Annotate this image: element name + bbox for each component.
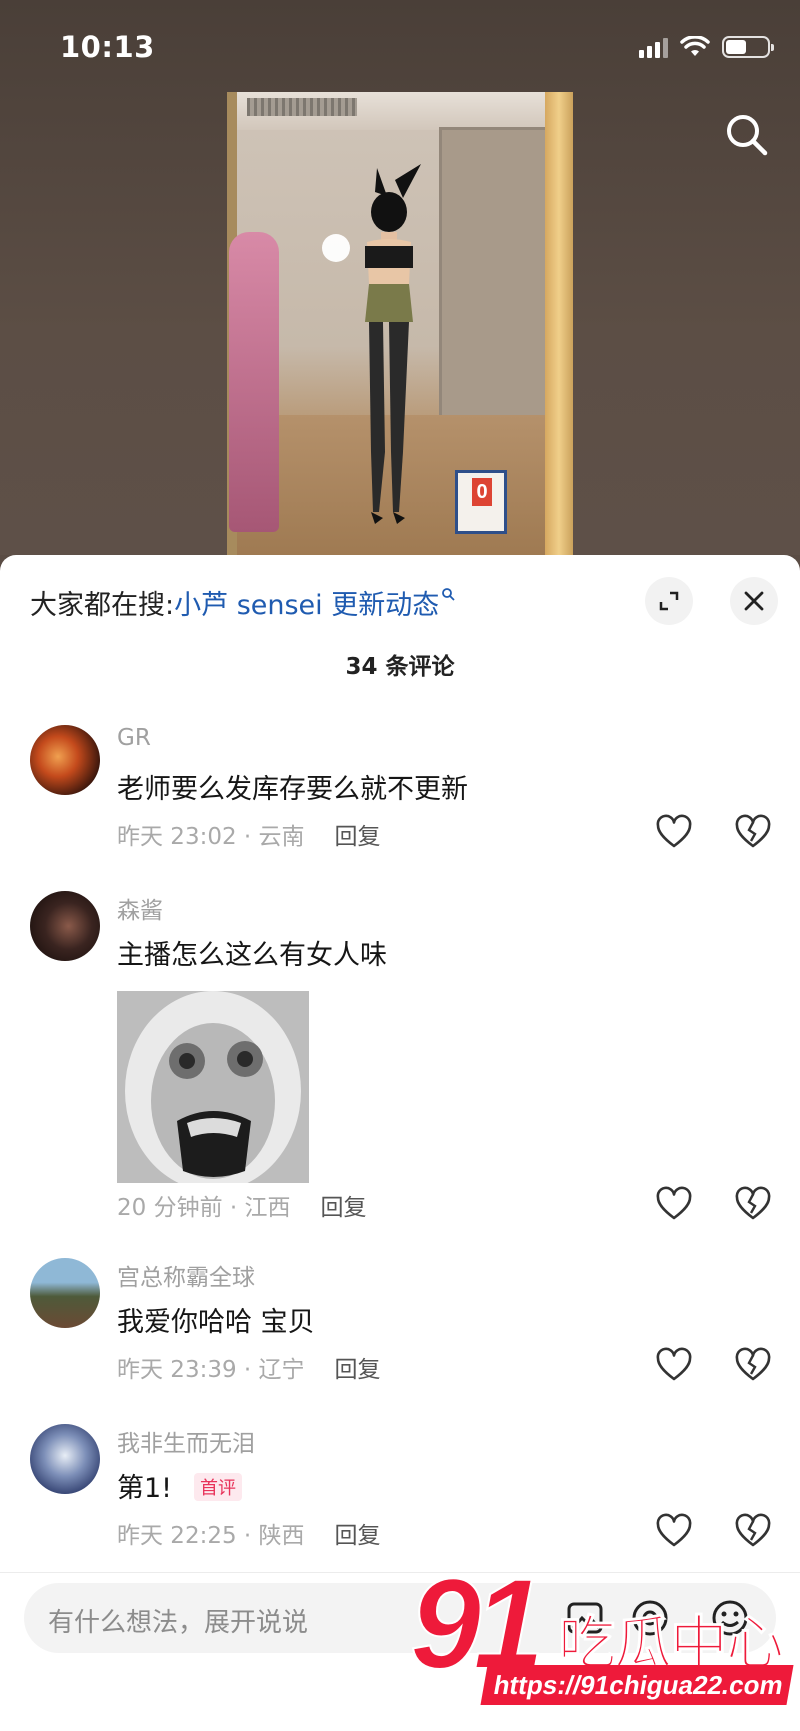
comment-text: 主播怎么这么有女人味 xyxy=(117,940,387,971)
heart-icon[interactable] xyxy=(654,1512,694,1552)
comment-username[interactable]: 森酱 xyxy=(117,891,163,925)
comment-text: 第1! 首评 xyxy=(117,1466,243,1505)
avatar[interactable] xyxy=(30,725,100,795)
comment-meta: 昨天 22:25 · 陕西 回复 xyxy=(117,1516,381,1550)
comment-item: GR 老师要么发库存要么就不更新 昨天 23:02 · 云南 回复 xyxy=(0,725,800,875)
comment-text: 我爱你哈哈 宝贝 xyxy=(117,1307,315,1338)
broken-heart-icon[interactable] xyxy=(733,1185,773,1225)
comment-username[interactable]: 宫总称霸全球 xyxy=(117,1258,255,1292)
comment-meta: 昨天 23:02 · 云南 回复 xyxy=(117,817,381,851)
reply-button[interactable]: 回复 xyxy=(335,824,381,850)
comment-time-location: 昨天 23:02 · 云南 xyxy=(117,824,305,850)
comment-text: 老师要么发库存要么就不更新 xyxy=(117,774,468,805)
broken-heart-icon[interactable] xyxy=(733,1346,773,1386)
comment-text-content: 第1! xyxy=(117,1473,173,1504)
comment-count: 34 条评论 xyxy=(345,654,455,680)
product-box: 0 xyxy=(455,470,507,534)
heart-icon[interactable] xyxy=(654,1185,694,1225)
reply-button[interactable]: 回复 xyxy=(335,1357,381,1383)
door xyxy=(439,127,549,457)
comments-sheet: 大家都在搜:小芦 sensei 更新动态 34 条评论 GR 老师要么发库存要么… xyxy=(0,555,800,1731)
avatar[interactable] xyxy=(30,1258,100,1328)
sticker-image[interactable] xyxy=(117,991,309,1183)
person-figure xyxy=(365,164,421,524)
avatar[interactable] xyxy=(30,1424,100,1494)
watermark-logo: 91 吃瓜中心 https://91chigua22.com xyxy=(409,1559,800,1731)
heart-icon[interactable] xyxy=(654,813,694,853)
search-icon[interactable] xyxy=(722,110,772,160)
post-photo[interactable]: 0 xyxy=(227,92,573,555)
comment-username[interactable]: 我非生而无泪 xyxy=(117,1424,255,1458)
signal-icon xyxy=(639,36,668,58)
battery-icon xyxy=(722,36,774,58)
close-button[interactable] xyxy=(730,577,778,625)
avatar[interactable] xyxy=(30,891,100,961)
reply-button[interactable]: 回复 xyxy=(335,1523,381,1549)
heart-icon[interactable] xyxy=(654,1346,694,1386)
close-icon xyxy=(744,591,764,611)
comment-username[interactable]: GR xyxy=(117,725,151,751)
wifi-icon xyxy=(680,36,710,56)
comment-meta: 昨天 23:39 · 辽宁 回复 xyxy=(117,1350,381,1384)
expand-button[interactable] xyxy=(645,577,693,625)
hot-search-keyword[interactable]: 小芦 sensei 更新动态 xyxy=(174,590,439,621)
comment-time-location: 20 分钟前 · 江西 xyxy=(117,1195,291,1221)
status-bar: 10:13 xyxy=(60,30,774,70)
expand-icon xyxy=(659,591,679,611)
comment-time-location: 昨天 22:25 · 陕西 xyxy=(117,1523,305,1549)
comment-item: 我非生而无泪 第1! 首评 昨天 22:25 · 陕西 回复 xyxy=(0,1424,800,1574)
watermark-url: https://91chigua22.com xyxy=(480,1665,794,1705)
comment-item: 森酱 主播怎么这么有女人味 20 分钟前 · 江西 回复 xyxy=(0,891,800,1231)
search-icon xyxy=(442,588,455,601)
comment-time-location: 昨天 23:39 · 辽宁 xyxy=(117,1357,305,1383)
hot-search-prefix: 大家都在搜: xyxy=(30,590,175,621)
broken-heart-icon[interactable] xyxy=(733,813,773,853)
mannequin xyxy=(229,232,279,532)
comment-item: 宫总称霸全球 我爱你哈哈 宝贝 昨天 23:39 · 辽宁 回复 xyxy=(0,1258,800,1408)
reply-button[interactable]: 回复 xyxy=(321,1195,367,1221)
comment-meta: 20 分钟前 · 江西 回复 xyxy=(117,1188,367,1222)
comment-input-placeholder: 有什么想法，展开说说 xyxy=(48,1608,309,1638)
status-time: 10:13 xyxy=(60,30,155,64)
video-area[interactable]: 10:13 0 xyxy=(0,0,800,555)
first-comment-badge: 首评 xyxy=(194,1472,243,1501)
hot-search-bar[interactable]: 大家都在搜:小芦 sensei 更新动态 xyxy=(30,583,455,622)
broken-heart-icon[interactable] xyxy=(733,1512,773,1552)
blur-mark xyxy=(322,234,350,262)
